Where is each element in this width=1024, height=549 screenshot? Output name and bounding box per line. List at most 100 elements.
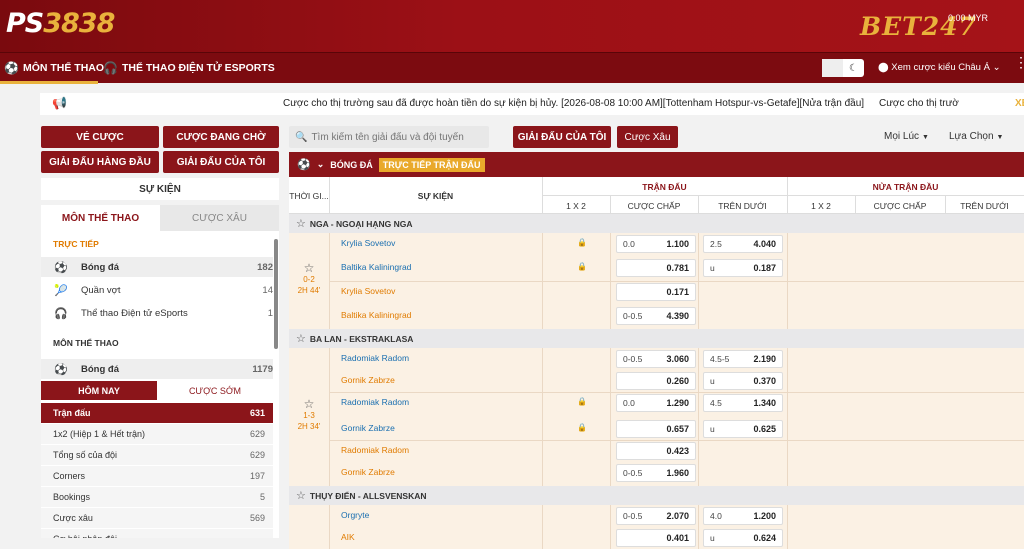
- league-header[interactable]: ☆ BA LAN - EKSTRAKLASA: [289, 329, 1024, 348]
- soccer-ball-icon: ⚽: [54, 363, 68, 376]
- more-menu-icon[interactable]: ⋮: [1014, 55, 1024, 69]
- team-name[interactable]: Krylia Sovetov: [341, 238, 395, 248]
- lock-icon: 🔒: [577, 262, 587, 271]
- star-icon[interactable]: ☆: [289, 262, 329, 274]
- odds-cell-handicap[interactable]: 0.423: [616, 442, 696, 460]
- market-count: 197: [249, 471, 265, 481]
- odds-cell-over-under[interactable]: 4.0 1.200: [703, 507, 783, 525]
- tab-sports[interactable]: ⚽ MÔN THỂ THAO: [4, 61, 104, 75]
- search-input[interactable]: [311, 131, 487, 143]
- team-name[interactable]: Gornik Zabrze: [341, 375, 395, 385]
- pending-bets-button[interactable]: CƯỢC ĐANG CHỜ: [163, 126, 279, 148]
- chevron-down-icon[interactable]: ⌄: [317, 159, 325, 170]
- odds-view-selector[interactable]: ⬤ Xem cược kiểu Châu Á ⌄: [878, 62, 1001, 73]
- my-leagues-toolbar-button[interactable]: GIẢI ĐẤU CỦA TÔI: [513, 126, 611, 148]
- market-label: Tổng số của đội: [53, 450, 118, 460]
- team-name[interactable]: Orgryte: [341, 510, 369, 520]
- match-clock: 2H 34': [297, 422, 321, 431]
- team-name[interactable]: Gornik Zabrze: [341, 423, 395, 433]
- market-count: ...: [257, 534, 265, 538]
- site-logo[interactable]: PS3838: [6, 8, 115, 39]
- team-name[interactable]: Baltika Kaliningrad: [341, 310, 411, 320]
- tab-esports[interactable]: 🎧 THỂ THAO ĐIỆN TỬ ESPORTS: [103, 61, 275, 75]
- odds-cell-handicap[interactable]: 0.401: [616, 529, 696, 547]
- sidebar-item-live-tennis[interactable]: 🎾 Quần vợt 14: [41, 280, 273, 300]
- top-leagues-button[interactable]: GIẢI ĐẤU HÀNG ĐẦU: [41, 151, 159, 173]
- star-icon[interactable]: ☆: [296, 217, 306, 230]
- star-icon[interactable]: ☆: [289, 398, 329, 410]
- search-box[interactable]: 🔍: [289, 126, 489, 148]
- odds-cell-over-under[interactable]: u 0.624: [703, 529, 783, 547]
- market-label: Cược xâu: [53, 513, 93, 523]
- odds-cell-over-under[interactable]: 4.5 1.340: [703, 394, 783, 412]
- market-item[interactable]: Corners 197: [41, 466, 273, 487]
- theme-toggle[interactable]: ☾: [822, 59, 864, 77]
- light-mode-icon[interactable]: [822, 59, 843, 77]
- odds-cell-handicap[interactable]: 0-0.5 4.390: [616, 307, 696, 325]
- my-bets-button[interactable]: VÉ CƯỢC: [41, 126, 159, 148]
- divider: [610, 348, 611, 486]
- live-badge[interactable]: TRỰC TIẾP TRẬN ĐẤU: [378, 157, 485, 172]
- market-item[interactable]: 1x2 (Hiệp 1 & Hết trận) 629: [41, 424, 273, 445]
- team-name[interactable]: Baltika Kaliningrad: [341, 262, 411, 272]
- league-header[interactable]: ☆ NGA - NGOẠI HẠNG NGA: [289, 214, 1024, 233]
- ticker-more-link[interactable]: XE: [1015, 98, 1024, 109]
- odds-cell-over-under[interactable]: u 0.187: [703, 259, 783, 277]
- caret-down-icon: ▼: [922, 134, 929, 141]
- market-item[interactable]: Tổng số của đội 629: [41, 445, 273, 466]
- odds-cell-handicap[interactable]: 0.0 1.290: [616, 394, 696, 412]
- sidebar-item-soccer[interactable]: ⚽ Bóng đá 1179: [41, 359, 273, 379]
- league-header[interactable]: ☆ THỤY ĐIỂN - ALLSVENSKAN: [289, 486, 1024, 505]
- market-item[interactable]: Trận đấu 631: [41, 403, 273, 424]
- sidebar-item-live-soccer[interactable]: ⚽ Bóng đá 182: [41, 257, 273, 277]
- team-name[interactable]: Radomiak Radom: [341, 353, 409, 363]
- total-line: 2.5: [710, 239, 722, 249]
- market-item[interactable]: Cơ hội nhân đôi...: [41, 529, 273, 538]
- odds-value: 4.390: [666, 311, 689, 321]
- match-time: ☆ 0-2 2H 44': [289, 262, 329, 296]
- team-name[interactable]: Radomiak Radom: [341, 445, 409, 455]
- handicap-line: 0.0: [623, 398, 635, 408]
- odds-cell-handicap[interactable]: 0-0.5 3.060: [616, 350, 696, 368]
- odds-cell-handicap[interactable]: 0.171: [616, 283, 696, 301]
- tab-early[interactable]: CƯỢC SỚM: [157, 381, 273, 400]
- league-name: THỤY ĐIỂN - ALLSVENSKAN: [309, 490, 427, 501]
- market-count: 629: [249, 429, 265, 439]
- odds-cell-handicap[interactable]: 0.657: [616, 420, 696, 438]
- odds-cell-handicap[interactable]: 0-0.5 2.070: [616, 507, 696, 525]
- odds-cell-over-under[interactable]: u 0.625: [703, 420, 783, 438]
- tab-today[interactable]: HÔM NAY: [41, 381, 157, 400]
- tab-sidebar-sports[interactable]: MÔN THỂ THAO: [41, 205, 160, 231]
- team-name[interactable]: Krylia Sovetov: [341, 286, 395, 296]
- time-filter-dropdown[interactable]: Mọi Lúc ▼: [884, 131, 929, 142]
- tab-sidebar-parlay[interactable]: CƯỢC XÂU: [160, 205, 279, 231]
- moon-icon[interactable]: ☾: [843, 59, 864, 77]
- my-leagues-button[interactable]: GIẢI ĐẤU CỦA TÔI: [163, 151, 279, 173]
- market-item[interactable]: Cược xâu 569: [41, 508, 273, 529]
- odds-cell-over-under[interactable]: u 0.370: [703, 372, 783, 390]
- parlay-button[interactable]: Cược Xâu: [617, 126, 678, 148]
- team-name[interactable]: Gornik Zabrze: [341, 467, 395, 477]
- league-name: BA LAN - EKSTRAKLASA: [309, 333, 414, 344]
- odds-cell-handicap[interactable]: 0.0 1.100: [616, 235, 696, 253]
- sidebar-scrollbar[interactable]: [274, 239, 278, 349]
- odds-cell-over-under[interactable]: 4.5-5 2.190: [703, 350, 783, 368]
- odds-cell-over-under[interactable]: 2.5 4.040: [703, 235, 783, 253]
- star-icon[interactable]: ☆: [296, 332, 306, 345]
- team-name[interactable]: AIK: [341, 532, 355, 542]
- team-name[interactable]: Radomiak Radom: [341, 397, 409, 407]
- soccer-ball-icon: ⚽: [54, 261, 68, 274]
- sort-dropdown[interactable]: Lựa Chọn ▼: [949, 131, 1003, 142]
- nav-bar: ⚽ MÔN THỂ THAO 🎧 THỂ THAO ĐIỆN TỬ ESPORTS: [0, 52, 1024, 84]
- divider: [329, 505, 330, 549]
- divider: [542, 348, 543, 486]
- col-event: SỰ KIỆN: [417, 191, 454, 201]
- market-count: 569: [249, 513, 265, 523]
- market-item[interactable]: Bookings 5: [41, 487, 273, 508]
- odds-cell-handicap[interactable]: 0.260: [616, 372, 696, 390]
- odds-cell-handicap[interactable]: 0-0.5 1.960: [616, 464, 696, 482]
- sidebar-item-live-esports[interactable]: 🎧 Thể thao Điện tử eSports 1: [41, 303, 273, 323]
- star-icon[interactable]: ☆: [296, 489, 306, 502]
- divider: [787, 505, 788, 549]
- odds-cell-handicap[interactable]: 0.781: [616, 259, 696, 277]
